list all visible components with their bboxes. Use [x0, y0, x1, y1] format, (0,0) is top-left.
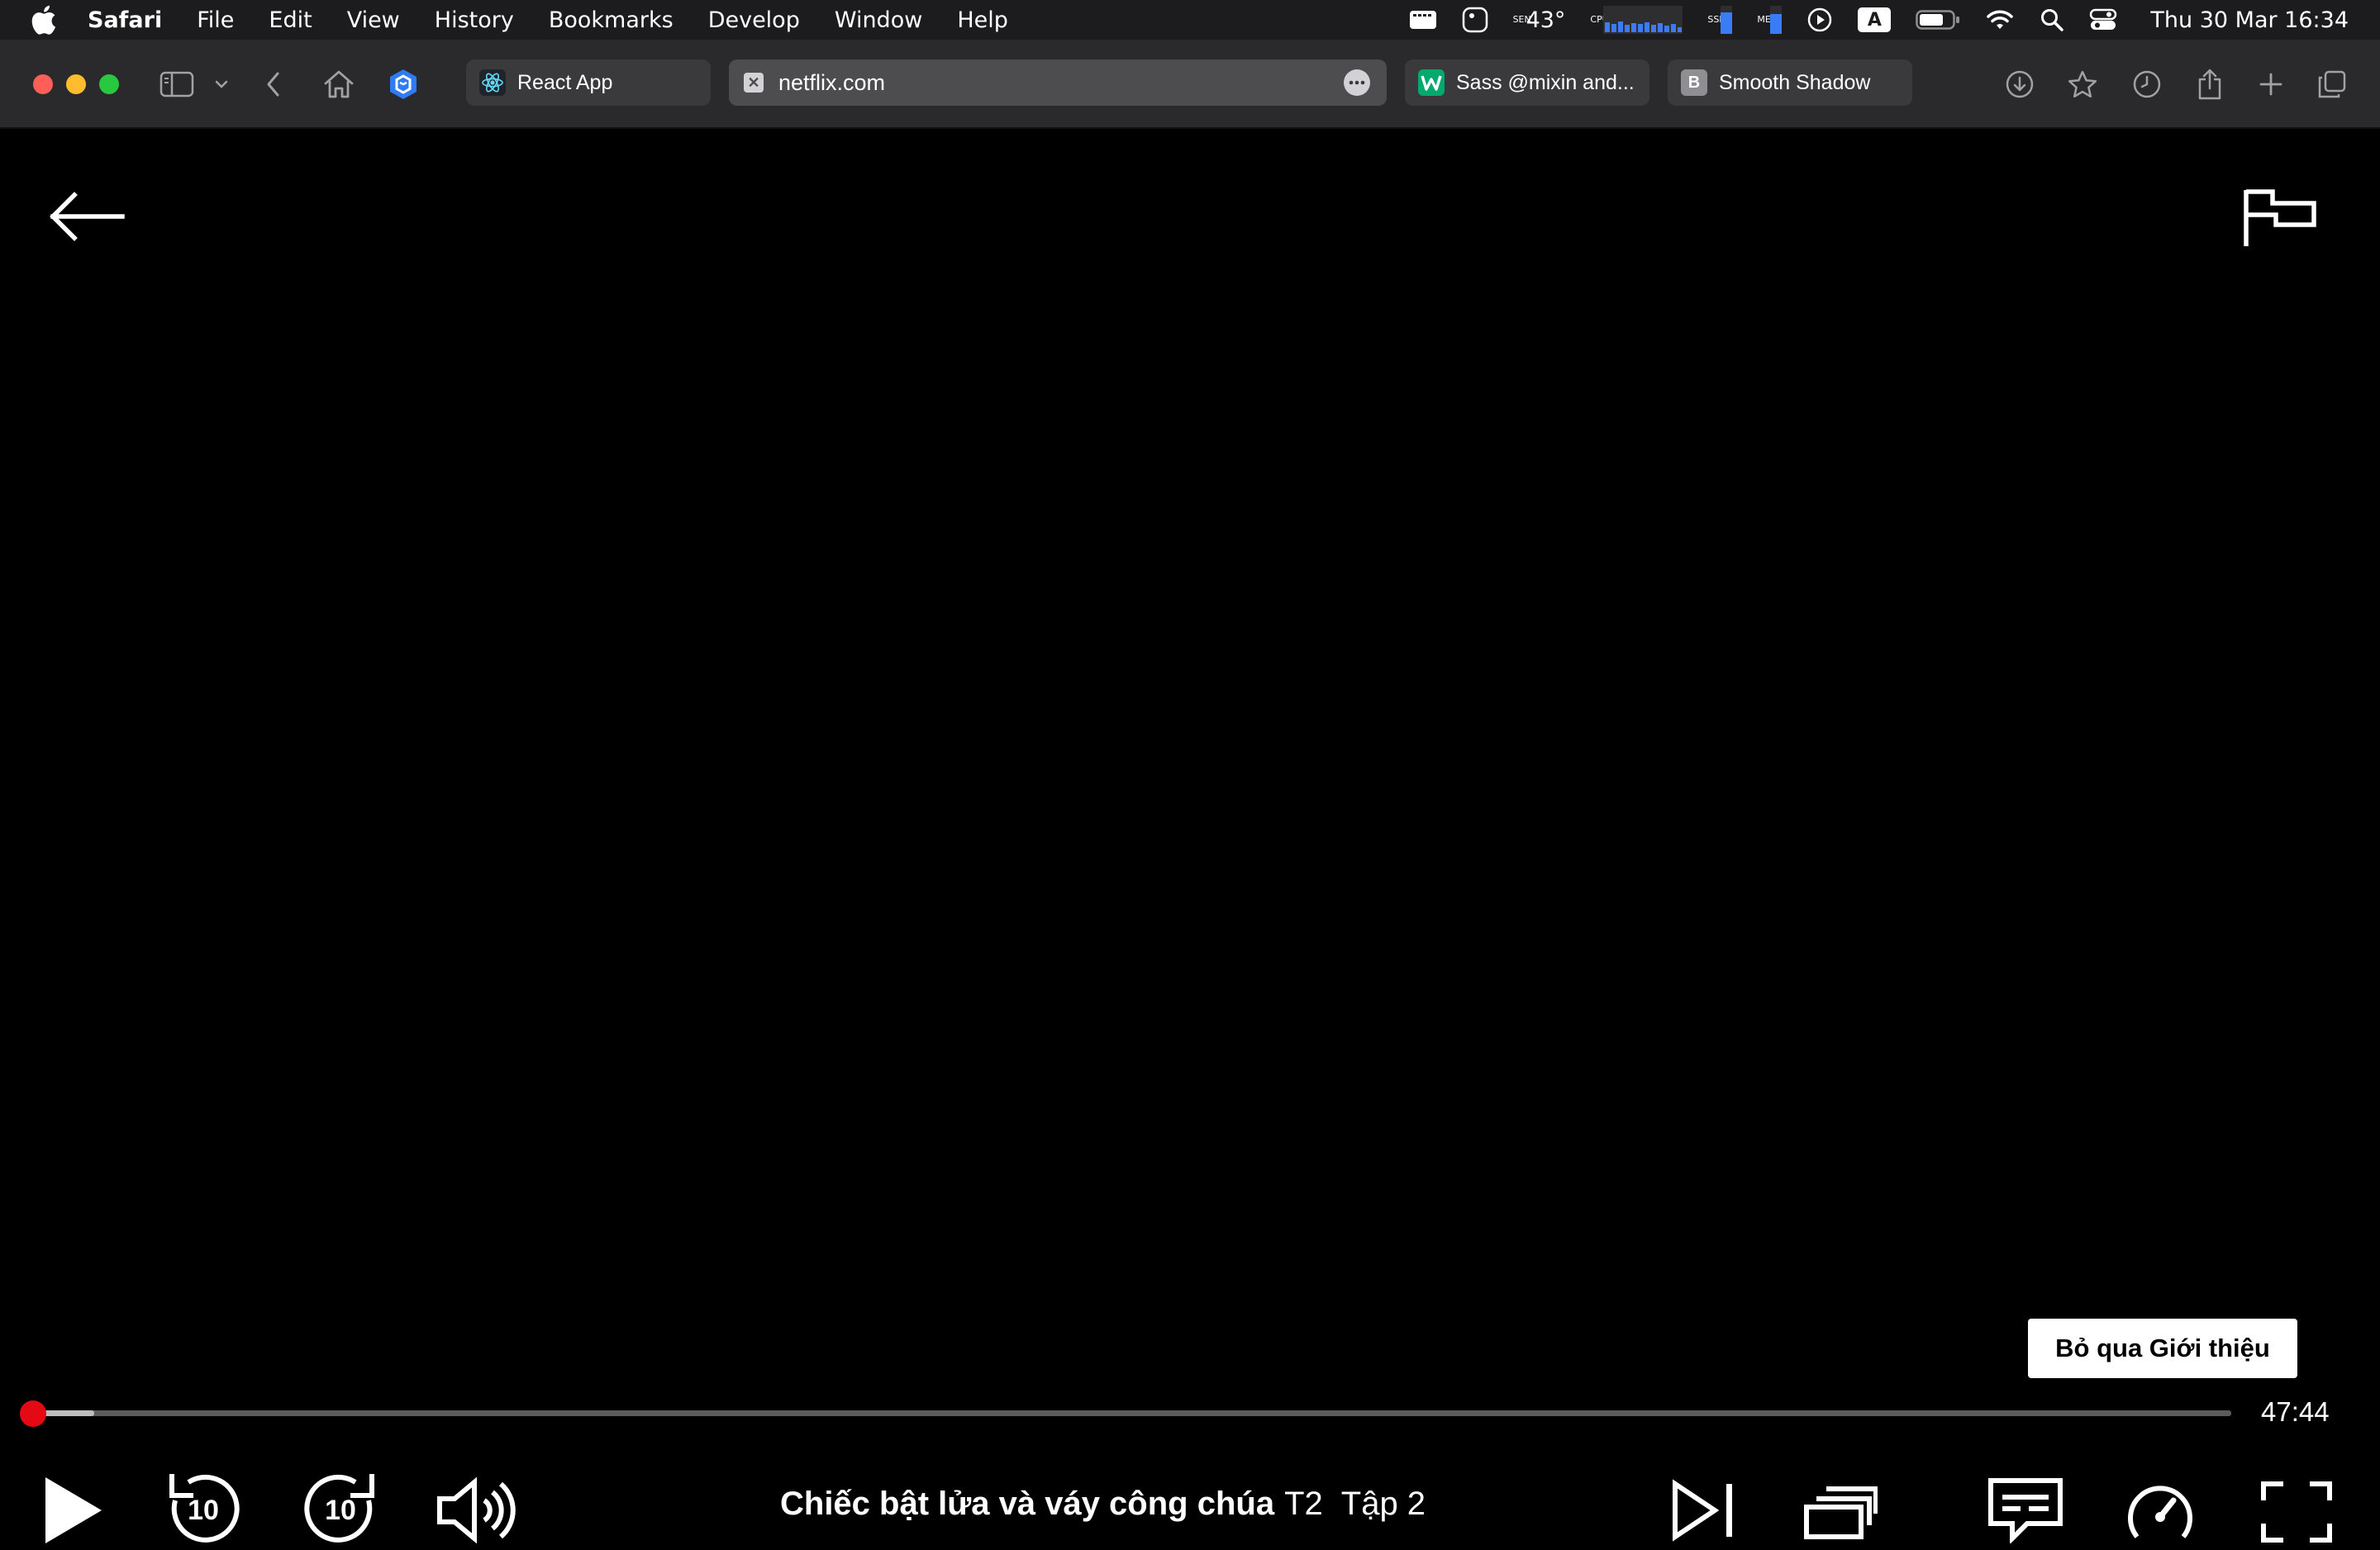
menu-develop[interactable]: Develop: [708, 7, 800, 33]
extension-icon[interactable]: [385, 64, 421, 104]
episode-title-row: Chiếc bật lửa và váy công chúa T2 Tập 2: [780, 1486, 1426, 1523]
memory-monitor[interactable]: MEM: [1757, 6, 1783, 34]
cpu-graph-icon: [1603, 6, 1683, 34]
ssd-monitor[interactable]: SSD: [1707, 6, 1733, 34]
tab-react-app[interactable]: React App: [466, 59, 711, 106]
subtitles-button[interactable]: [1987, 1476, 2064, 1545]
episodes-icon: [1804, 1486, 1878, 1539]
b-icon: B: [1681, 69, 1707, 96]
share-icon[interactable]: [2192, 64, 2228, 104]
window-minimize-button[interactable]: [66, 74, 86, 94]
skip-intro-button[interactable]: Bỏ qua Giới thiệu: [2028, 1319, 2297, 1378]
spotlight-search-icon[interactable]: [2040, 7, 2064, 32]
menu-bookmarks[interactable]: Bookmarks: [549, 7, 674, 33]
menu-window[interactable]: Window: [835, 7, 922, 33]
fullscreen-icon: [2261, 1481, 2332, 1543]
season-label: T2: [1284, 1486, 1323, 1522]
downloads-icon[interactable]: [2002, 64, 2038, 104]
tab-title: Sass @mixin and...: [1456, 70, 1635, 94]
menu-edit[interactable]: Edit: [269, 7, 312, 33]
back-icon[interactable]: [261, 64, 286, 104]
camera-app-icon[interactable]: [1462, 7, 1488, 33]
back-arrow-icon[interactable]: [46, 187, 126, 246]
chevron-down-icon[interactable]: [212, 64, 231, 104]
address-bar-url[interactable]: netflix.com: [778, 70, 885, 96]
menu-help[interactable]: Help: [957, 7, 1008, 33]
tab-title: Smooth Shadow: [1719, 70, 1871, 94]
macos-menubar: Safari File Edit View History Bookmarks …: [0, 0, 2380, 40]
cpu-monitor[interactable]: CPU: [1590, 6, 1683, 34]
control-center-icon[interactable]: [2089, 7, 2117, 32]
menubar-clock[interactable]: Thu 30 Mar 16:34: [2150, 7, 2349, 33]
menu-app-name[interactable]: Safari: [88, 7, 162, 33]
home-icon[interactable]: [321, 64, 357, 104]
netflix-icon: ✕: [744, 73, 764, 93]
input-source-icon[interactable]: A: [1858, 7, 1892, 32]
now-playing-icon[interactable]: [1806, 7, 1833, 33]
temperature-value: 43°: [1526, 7, 1566, 33]
safari-toolbar: React App ✕ netflix.com Sass @mixin and.…: [0, 40, 2380, 129]
input-source-label: A: [1858, 7, 1892, 32]
menu-view[interactable]: View: [347, 7, 400, 33]
battery-icon[interactable]: [1916, 9, 1960, 31]
menu-history[interactable]: History: [435, 7, 514, 33]
menubar-status-area: SEN 43° CPU SSD MEM A Thu 30 Mar 16:34: [1409, 0, 2349, 40]
tab-overview-icon[interactable]: [2314, 64, 2350, 104]
page-menu-icon[interactable]: [1344, 69, 1370, 96]
video-player[interactable]: Bỏ qua Giới thiệu 47:44 10 10 Chiếc bật …: [0, 129, 2380, 1543]
tab-title: React App: [517, 70, 613, 94]
time-remaining: 47:44: [2261, 1396, 2330, 1427]
play-icon: [45, 1477, 102, 1543]
mem-label: MEM: [1757, 14, 1779, 25]
window-zoom-button[interactable]: [99, 74, 119, 94]
memory-bar-icon: [1770, 6, 1783, 34]
tab-smooth-shadow[interactable]: B Smooth Shadow: [1668, 59, 1912, 106]
next-episode-icon: [1673, 1479, 1732, 1542]
react-icon: [479, 69, 506, 96]
tab-sass-mixin[interactable]: Sass @mixin and...: [1405, 59, 1649, 106]
window-close-button[interactable]: [33, 74, 53, 94]
volume-button[interactable]: [435, 1474, 517, 1547]
w-icon: [1418, 69, 1445, 96]
fullscreen-button[interactable]: [2259, 1477, 2334, 1547]
apple-menu-icon[interactable]: [31, 3, 60, 36]
new-tab-plus-icon[interactable]: [2253, 64, 2289, 104]
menu-file[interactable]: File: [197, 7, 234, 33]
rewind-seconds-label: 10: [188, 1494, 219, 1526]
sidebar-toggle-icon[interactable]: [159, 64, 195, 104]
progress-bar[interactable]: [33, 1410, 2231, 1416]
volume-icon: [437, 1477, 516, 1543]
forward-10-button[interactable]: 10: [301, 1471, 380, 1550]
progress-scrubber-handle[interactable]: [20, 1400, 46, 1427]
ssd-label: SSD: [1707, 14, 1726, 25]
next-episode-button[interactable]: [1669, 1476, 1740, 1545]
bookmark-star-icon[interactable]: [2064, 64, 2101, 104]
wifi-icon[interactable]: [1985, 8, 2015, 31]
tab-netflix-active[interactable]: ✕ netflix.com: [729, 59, 1387, 106]
episode-label: Tập 2: [1340, 1486, 1426, 1522]
screen-recording-icon[interactable]: [1409, 8, 1437, 31]
forward-seconds-label: 10: [325, 1494, 356, 1526]
subtitles-icon: [1988, 1478, 2063, 1543]
cpu-label: CPU: [1590, 14, 1609, 25]
sensor-label: SEN: [1512, 14, 1531, 25]
show-title: Chiếc bật lửa và váy công chúa: [780, 1486, 1275, 1522]
temperature-sensor[interactable]: SEN 43°: [1513, 7, 1566, 33]
report-flag-icon[interactable]: [2241, 182, 2320, 251]
rewind-10-button[interactable]: 10: [164, 1471, 243, 1550]
playback-speed-button[interactable]: [2124, 1477, 2197, 1547]
history-clock-icon[interactable]: [2129, 64, 2165, 104]
ssd-bar-icon: [1721, 6, 1733, 34]
episodes-button[interactable]: [1803, 1479, 1878, 1545]
play-button[interactable]: [40, 1471, 107, 1550]
speedometer-icon: [2128, 1486, 2192, 1538]
